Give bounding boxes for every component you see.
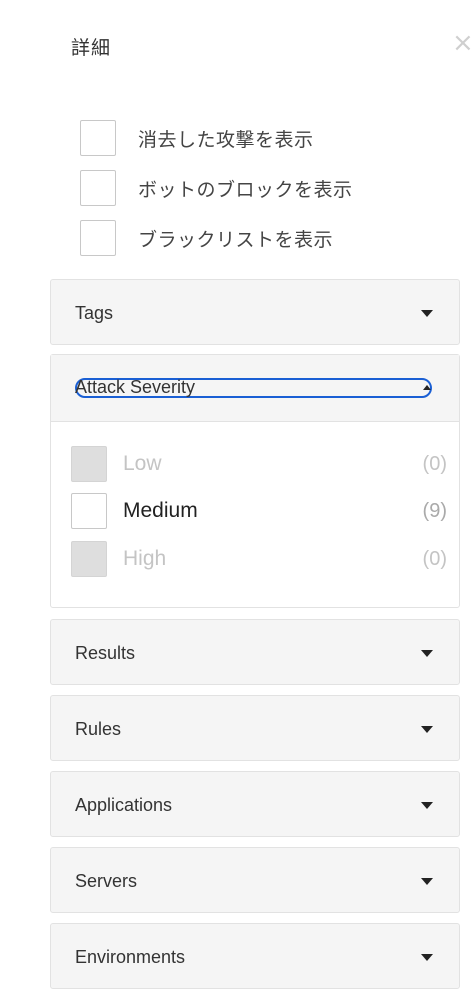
checkbox[interactable] (71, 493, 107, 529)
caret-up-icon (423, 385, 431, 390)
filter-rules[interactable]: Rules (50, 695, 460, 761)
checkbox (71, 446, 107, 482)
toggle-label: 消去した攻撃を表示 (138, 128, 314, 151)
filter-label: Tags (75, 303, 114, 323)
option-high: High (0) (71, 541, 447, 577)
caret-down-icon (421, 650, 433, 657)
option-count: (0) (422, 548, 447, 570)
checkbox[interactable] (80, 220, 116, 256)
filter-attack-severity: Attack Severity Low (0) Medium (9) High … (50, 354, 460, 608)
toggle-label: ブラックリストを表示 (138, 228, 334, 251)
caret-down-icon (421, 802, 433, 809)
option-count: (0) (422, 453, 447, 475)
toggle-deleted-attacks[interactable]: 消去した攻撃を表示 (80, 113, 353, 163)
caret-down-icon (421, 310, 433, 317)
panel-title: 詳細 (71, 37, 112, 59)
filter-header[interactable]: Attack Severity (51, 355, 459, 422)
caret-down-icon (421, 726, 433, 733)
checkbox[interactable] (80, 170, 116, 206)
caret-down-icon (421, 878, 433, 885)
filter-label: Applications (75, 795, 173, 815)
option-count: (9) (422, 500, 447, 522)
checkbox (71, 541, 107, 577)
filter-label: Results (75, 643, 136, 663)
filter-label: Attack Severity (75, 377, 196, 397)
filter-tags[interactable]: Tags (50, 279, 460, 345)
option-low: Low (0) (71, 446, 447, 482)
option-label: Medium (123, 499, 198, 522)
toggle-blacklist[interactable]: ブラックリストを表示 (80, 213, 353, 263)
filter-label: Rules (75, 719, 122, 739)
toggle-label: ボットのブロックを表示 (138, 178, 353, 201)
option-label: Low (123, 452, 162, 475)
toggle-list: 消去した攻撃を表示 ボットのブロックを表示 ブラックリストを表示 (80, 113, 353, 263)
toggle-bot-blocks[interactable]: ボットのブロックを表示 (80, 163, 353, 213)
checkbox[interactable] (80, 120, 116, 156)
filter-applications[interactable]: Applications (50, 771, 460, 837)
filter-label: Environments (75, 947, 186, 967)
option-label: High (123, 547, 167, 570)
filter-servers[interactable]: Servers (50, 847, 460, 913)
option-medium[interactable]: Medium (9) (71, 493, 447, 529)
caret-down-icon (421, 954, 433, 961)
filter-results[interactable]: Results (50, 619, 460, 685)
filter-environments[interactable]: Environments (50, 923, 460, 989)
close-icon[interactable]: × (452, 30, 474, 56)
details-panel: 詳細 × 消去した攻撃を表示 ボットのブロックを表示 ブラックリストを表示 Ta… (0, 0, 475, 990)
filter-label: Servers (75, 871, 138, 891)
